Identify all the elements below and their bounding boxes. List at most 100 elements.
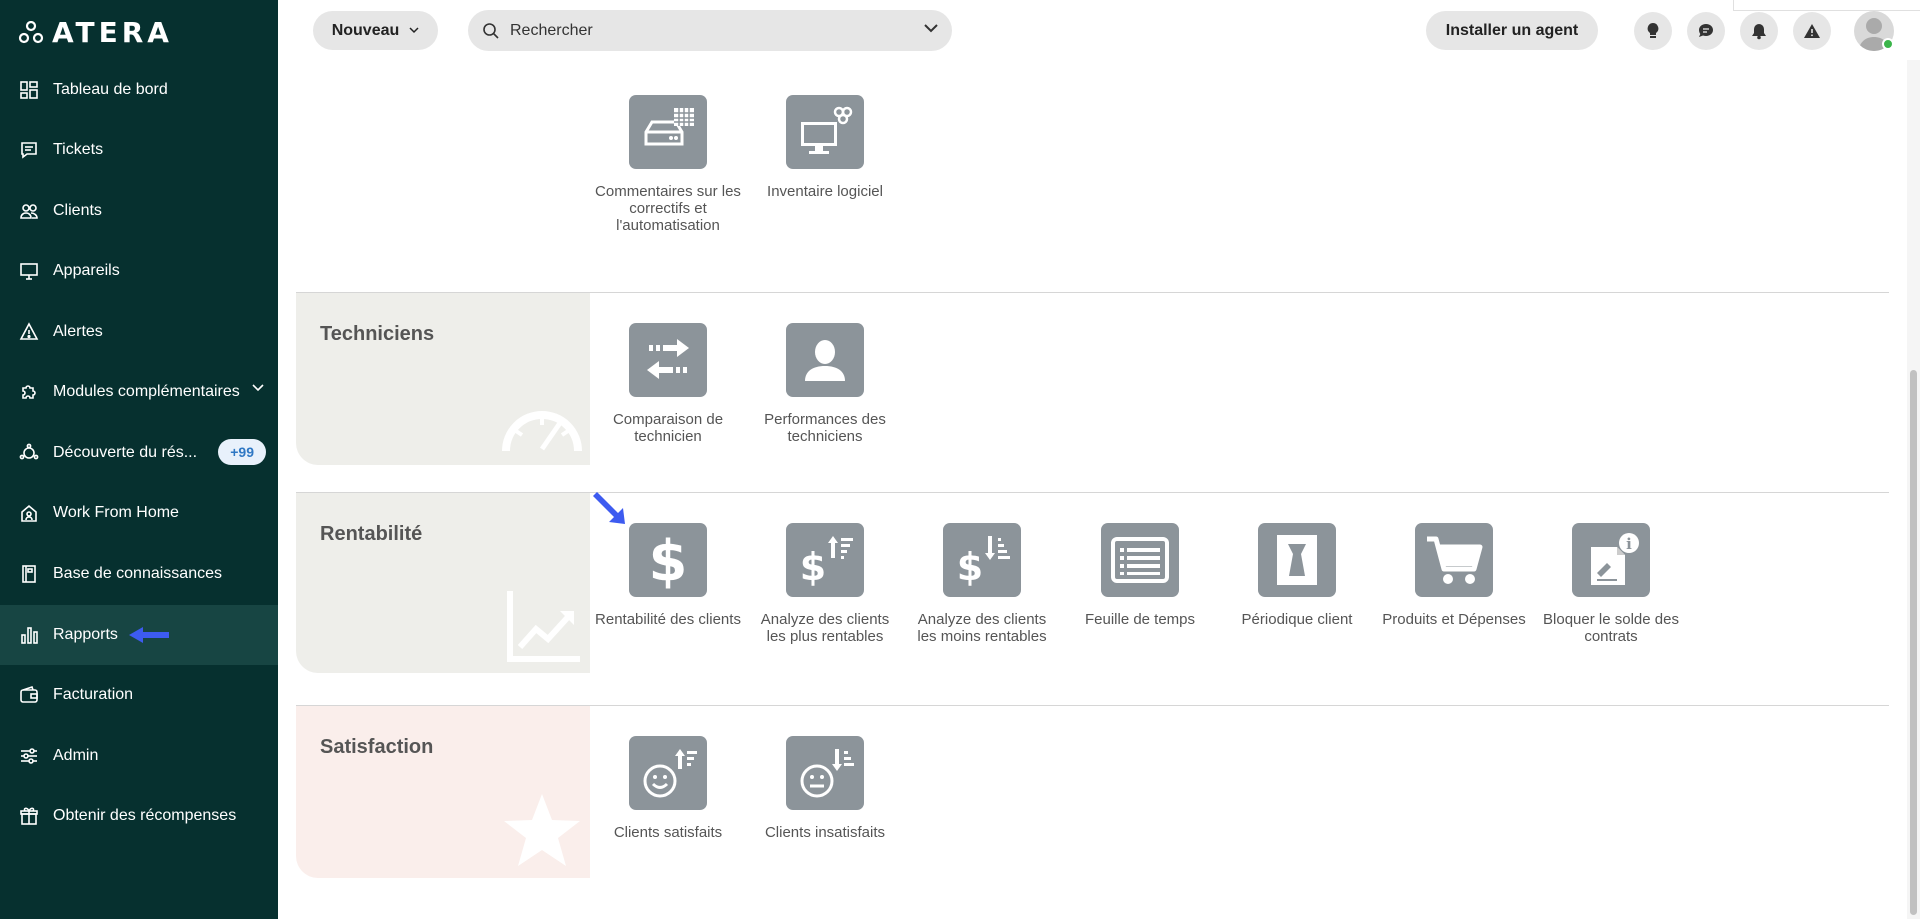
online-status-dot	[1882, 38, 1894, 50]
scrollbar[interactable]	[1907, 60, 1920, 919]
svg-text:$: $	[957, 545, 983, 588]
report-tile-products-expenses[interactable]: Produits et Dépenses	[1379, 523, 1529, 628]
search-icon	[483, 22, 499, 39]
report-tile-periodic-client[interactable]: Périodique client	[1222, 523, 1372, 628]
section-title: Satisfaction	[320, 736, 434, 758]
bell-icon[interactable]	[1740, 12, 1778, 50]
svg-text:$: $	[649, 530, 688, 590]
sidebar-item-tableau-de-bord[interactable]: Tableau de bord	[0, 60, 278, 120]
report-tile-label: Périodique client	[1241, 611, 1353, 628]
software-inventory-icon	[786, 95, 864, 169]
popup-edge	[1733, 0, 1920, 11]
scrollbar-thumb[interactable]	[1910, 370, 1917, 915]
report-tile-most-profitable[interactable]: $ Analyze des clients les plus rentables	[750, 523, 900, 645]
report-tile-block-contract-balance[interactable]: i Bloquer le solde des contrats	[1536, 523, 1686, 645]
report-tile-technician-performance[interactable]: Performances des techniciens	[750, 323, 900, 445]
sidebar-item-label: Admin	[53, 747, 99, 764]
report-tile-unsatisfied-clients[interactable]: Clients insatisfaits	[750, 736, 900, 841]
section-title: Techniciens	[320, 323, 435, 345]
sidebar-item-label: Obtenir des récompenses	[53, 807, 237, 824]
reports-content: Commentaires sur les correctifs et l'aut…	[278, 60, 1907, 919]
count-badge: +99	[218, 439, 266, 465]
clients-icon	[18, 200, 40, 222]
sidebar-item-recompenses[interactable]: Obtenir des récompenses	[0, 786, 278, 846]
sidebar-item-decouverte[interactable]: Découverte du rés... +99	[0, 423, 278, 483]
wallet-icon	[18, 684, 40, 706]
install-agent-button[interactable]: Installer un agent	[1426, 11, 1598, 50]
periodic-client-icon	[1258, 523, 1336, 597]
report-tile-software-inventory[interactable]: Inventaire logiciel	[750, 95, 900, 200]
atera-logo[interactable]: ATERA	[18, 16, 173, 49]
report-tile-timesheet[interactable]: Feuille de temps	[1065, 523, 1215, 628]
section-panel: Satisfaction	[296, 706, 590, 878]
warning-icon	[18, 321, 40, 343]
report-tile-label: Clients satisfaits	[613, 824, 723, 841]
star-icon	[504, 794, 580, 866]
sidebar-item-alertes[interactable]: Alertes	[0, 302, 278, 362]
home-icon	[18, 502, 40, 524]
report-tile-label: Comparaison de technicien	[612, 411, 724, 445]
report-tile-patch-feedback[interactable]: Commentaires sur les correctifs et l'aut…	[593, 95, 743, 234]
sidebar-item-label: Modules complémentaires	[53, 383, 240, 400]
sidebar-item-label: Tickets	[53, 141, 104, 158]
sidebar-item-label: Tableau de bord	[53, 81, 168, 98]
sidebar-item-tickets[interactable]: Tickets	[0, 120, 278, 180]
report-tile-label: Inventaire logiciel	[767, 183, 883, 200]
network-icon	[18, 442, 40, 464]
sliders-icon	[18, 745, 40, 767]
alert-icon[interactable]	[1793, 12, 1831, 50]
sidebar-item-admin[interactable]: Admin	[0, 726, 278, 786]
compare-arrows-icon	[629, 323, 707, 397]
svg-text:$: $	[800, 545, 826, 588]
chevron-down-icon[interactable]	[924, 24, 938, 34]
monitor-icon	[18, 260, 40, 282]
arrow-indicator-icon	[129, 627, 169, 643]
svg-text:i: i	[1626, 535, 1632, 553]
timesheet-icon	[1101, 523, 1179, 597]
speedometer-icon	[502, 411, 582, 452]
atera-logo-icon	[18, 20, 44, 43]
sidebar-item-label: Alertes	[53, 323, 103, 340]
report-tile-technician-comparison[interactable]: Comparaison de technicien	[593, 323, 743, 445]
neutral-face-icon	[786, 736, 864, 810]
section-techniciens: Techniciens Comparaison de technicien Pe…	[296, 292, 1889, 465]
happy-face-icon	[629, 736, 707, 810]
sidebar-item-appareils[interactable]: Appareils	[0, 241, 278, 301]
section-panel: Rentabilité	[296, 493, 590, 673]
section-satisfaction: Satisfaction Clients satisfaits Clients …	[296, 705, 1889, 878]
arrow-indicator-icon	[593, 492, 625, 524]
sidebar-item-rapports[interactable]: Rapports	[0, 605, 278, 665]
sidebar-item-work-from-home[interactable]: Work From Home	[0, 483, 278, 543]
report-tile-least-profitable[interactable]: $ Analyze des clients les moins rentable…	[907, 523, 1057, 645]
search-box[interactable]	[468, 10, 952, 51]
book-icon	[18, 563, 40, 585]
bar-chart-icon	[18, 624, 40, 646]
chevron-down-icon	[252, 384, 264, 392]
sidebar-item-clients[interactable]: Clients	[0, 181, 278, 241]
report-tile-satisfied-clients[interactable]: Clients satisfaits	[593, 736, 743, 841]
sidebar-item-label: Clients	[53, 202, 102, 219]
report-tile-label: Analyze des clients les moins rentables	[917, 611, 1047, 645]
report-tile-label: Performances des techniciens	[764, 411, 886, 445]
person-icon	[786, 323, 864, 397]
sidebar-item-label: Work From Home	[53, 504, 179, 521]
sidebar-item-facturation[interactable]: Facturation	[0, 665, 278, 725]
sidebar-item-label: Rapports	[53, 626, 118, 643]
sidebar-item-modules[interactable]: Modules complémentaires	[0, 362, 278, 422]
chat-icon[interactable]	[1687, 12, 1725, 50]
report-tile-label: Clients insatisfaits	[764, 824, 886, 841]
sidebar: ATERA Tableau de bord Tickets Clients Ap…	[0, 0, 278, 919]
report-tile-label: Analyze des clients les plus rentables	[760, 611, 890, 645]
search-input[interactable]	[510, 21, 890, 40]
sidebar-item-label: Appareils	[53, 262, 120, 279]
section-rentabilite: Rentabilité $ Rentabilité des clients $	[296, 492, 1889, 673]
report-tile-label: Feuille de temps	[1084, 611, 1196, 628]
report-tile-client-profitability[interactable]: $ Rentabilité des clients	[593, 523, 743, 628]
new-button[interactable]: Nouveau	[313, 11, 438, 50]
dollar-icon: $	[629, 523, 707, 597]
sidebar-item-base-de-connaissances[interactable]: Base de connaissances	[0, 544, 278, 604]
sidebar-item-label: Découverte du rés...	[53, 444, 198, 461]
cart-icon	[1415, 523, 1493, 597]
report-tile-label: Commentaires sur les correctifs et l'aut…	[595, 183, 741, 234]
lightbulb-icon[interactable]	[1634, 12, 1672, 50]
